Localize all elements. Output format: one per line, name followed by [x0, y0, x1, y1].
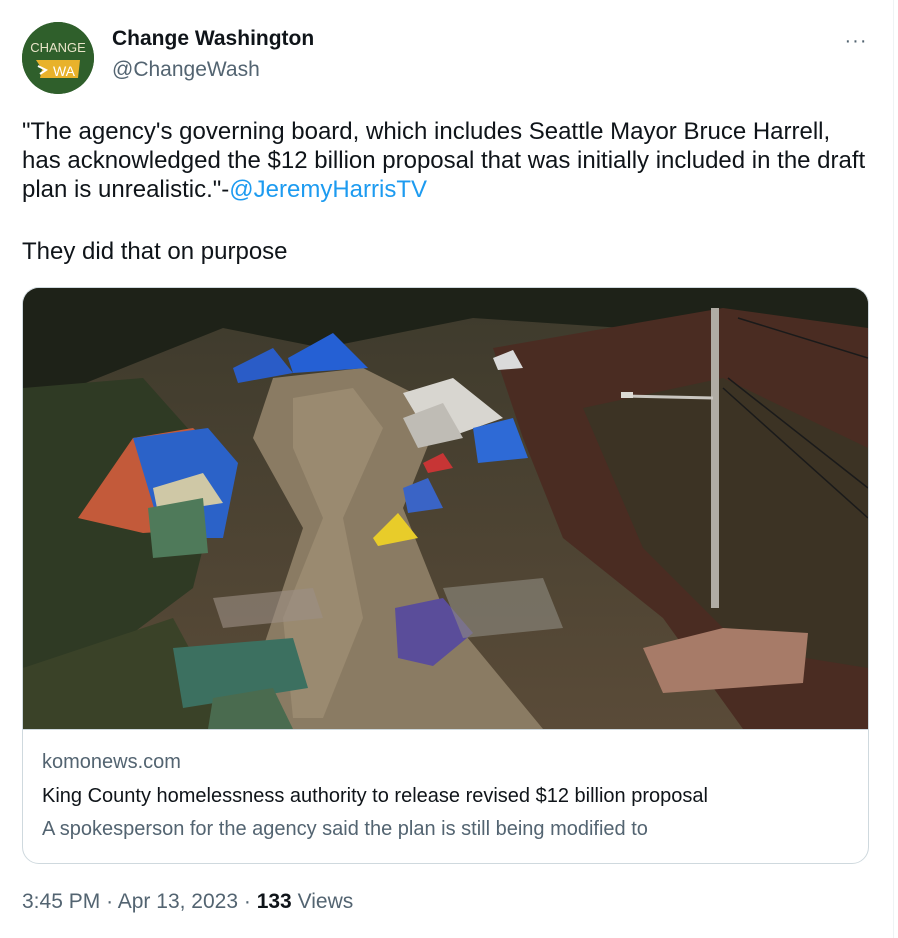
- meta-separator: ·: [106, 890, 114, 913]
- avatar-text-bottom: WA: [53, 63, 76, 79]
- views-count: 133: [256, 890, 292, 913]
- avatar[interactable]: CHANGE WA: [22, 22, 94, 94]
- tweet-quote: "The agency's governing board, which inc…: [22, 118, 872, 203]
- tweet-followup: They did that on purpose: [22, 238, 288, 265]
- more-options-button[interactable]: ···: [838, 26, 874, 56]
- mention-link[interactable]: @JeremyHarrisTV: [229, 176, 427, 203]
- column-border: [893, 0, 894, 938]
- author-name[interactable]: Change Washington: [112, 27, 314, 51]
- tweet-date[interactable]: Apr 13, 2023: [118, 890, 238, 913]
- tweet-meta: 3:45 PM · Apr 13, 2023 · 133 Views: [22, 890, 353, 914]
- more-horizontal-icon: ···: [844, 30, 868, 52]
- views-label: Views: [297, 890, 354, 913]
- link-card[interactable]: komonews.com King County homelessness au…: [22, 287, 869, 864]
- avatar-text-top: CHANGE: [30, 40, 86, 55]
- card-image: [23, 288, 868, 729]
- tweet-text: "The agency's governing board, which inc…: [22, 117, 872, 204]
- author-handle[interactable]: @ChangeWash: [112, 58, 260, 82]
- card-divider: [23, 729, 868, 730]
- card-title: King County homelessness authority to re…: [42, 785, 708, 807]
- change-wa-logo: CHANGE WA: [22, 22, 94, 94]
- card-description: A spokesperson for the agency said the p…: [42, 818, 648, 840]
- meta-separator: ·: [243, 890, 251, 913]
- tweet-time[interactable]: 3:45 PM: [22, 890, 100, 913]
- card-domain: komonews.com: [42, 751, 181, 773]
